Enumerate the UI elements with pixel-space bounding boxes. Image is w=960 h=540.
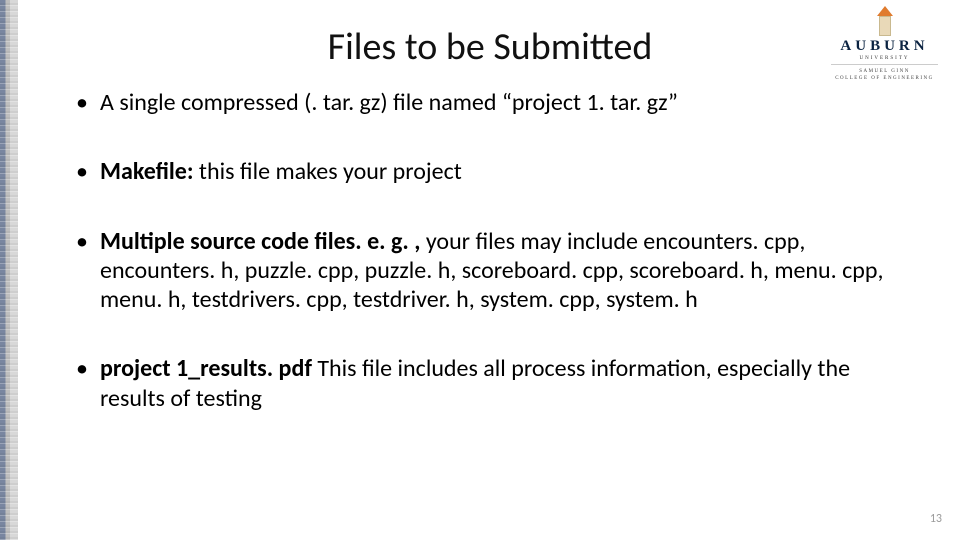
left-decorative-stripe <box>0 0 18 540</box>
bullet-2: Makefile: this file makes your project <box>76 157 914 186</box>
page-number: 13 <box>930 512 942 526</box>
bullet-1-text: A single compressed (. tar. gz) file nam… <box>100 88 678 117</box>
bullet-3: Multiple source code files. e. g. , your… <box>76 227 914 315</box>
bullet-3-bold: Multiple source code files. e. g. , <box>100 227 420 256</box>
bullet-2-rest: this file makes your project <box>194 157 462 186</box>
bullet-2-bold: Makefile: <box>100 157 194 186</box>
slide-title: Files to be Submitted <box>60 24 920 70</box>
bullet-4: project 1_results. pdf This file include… <box>76 354 914 413</box>
bullet-4-bold: project 1_results. pdf <box>100 354 312 383</box>
bullet-list: A single compressed (. tar. gz) file nam… <box>60 88 920 413</box>
bullet-1: A single compressed (. tar. gz) file nam… <box>76 88 914 117</box>
slide-content: Files to be Submitted A single compresse… <box>30 0 950 540</box>
